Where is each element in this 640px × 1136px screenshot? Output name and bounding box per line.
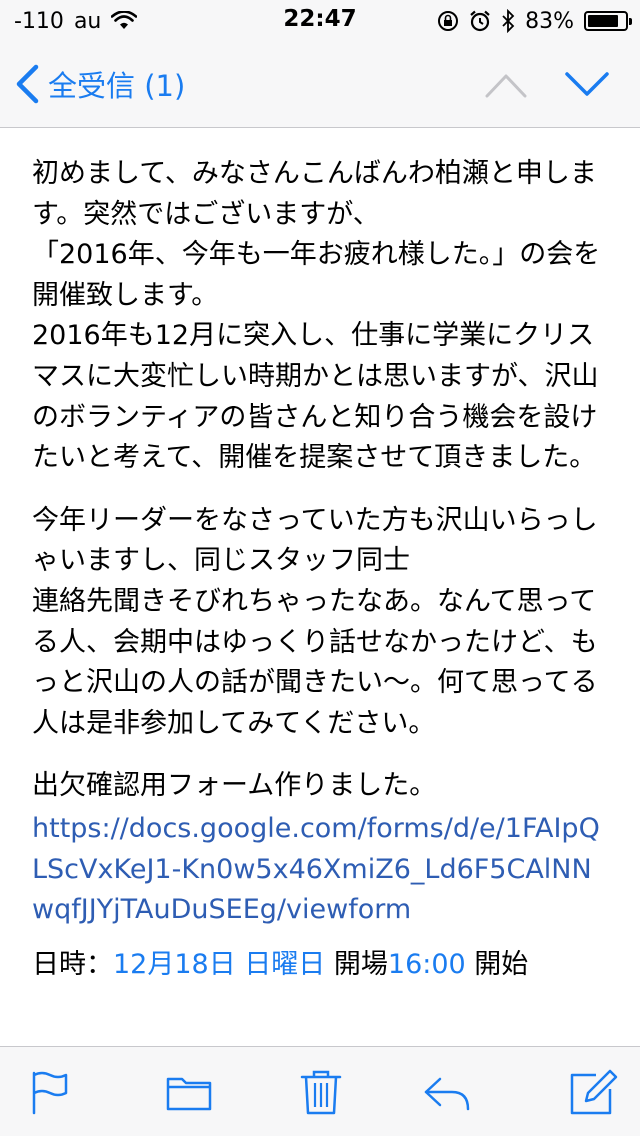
back-to-inbox-button[interactable]: 全受信 (1) xyxy=(14,62,185,106)
next-message-chevron-down-icon[interactable] xyxy=(564,66,610,102)
bluetooth-icon xyxy=(502,9,515,33)
message-paragraph-1: 初めまして、みなさんこんばんわ柏瀬と申します。突然ではございますが、 「2016… xyxy=(32,158,601,474)
message-body: 初めまして、みなさんこんばんわ柏瀬と申します。突然ではございますが、 「2016… xyxy=(32,128,610,1040)
folder-icon[interactable] xyxy=(164,1067,214,1117)
message-paragraph-3: 出欠確認用フォーム作りました。 xyxy=(32,770,437,802)
form-link[interactable]: https://docs.google.com/forms/d/e/1FAIpQ… xyxy=(32,809,610,931)
message-datetime-line: 日時：12月18日 日曜日 開場16:00 開始 xyxy=(32,948,529,980)
bottom-toolbar xyxy=(0,1046,640,1136)
compose-icon[interactable] xyxy=(568,1067,618,1117)
reply-icon[interactable] xyxy=(422,1067,472,1117)
status-bar: -110 au 22:47 83% xyxy=(0,0,640,40)
trash-icon[interactable] xyxy=(296,1067,346,1117)
alarm-icon xyxy=(470,10,490,32)
rotation-lock-icon xyxy=(438,11,459,31)
flag-icon[interactable] xyxy=(26,1067,76,1117)
battery-percent: 83% xyxy=(525,8,574,34)
status-right: 83% xyxy=(437,6,632,36)
message-paragraph-2: 今年リーダーをなさっていた方も沢山いらっしゃいますし、同じスタッフ同士 連絡先聞… xyxy=(32,504,598,739)
previous-message-chevron-up-icon[interactable] xyxy=(484,66,528,102)
back-label: 全受信 (1) xyxy=(48,69,186,103)
chevron-left-icon xyxy=(16,64,39,104)
event-time-link[interactable]: 16:00 xyxy=(388,949,466,980)
event-date-link[interactable]: 12月18日 日曜日 xyxy=(113,949,325,980)
navigation-bar: 全受信 (1) xyxy=(0,40,640,128)
battery-fill xyxy=(588,15,618,27)
battery-icon xyxy=(584,11,632,31)
